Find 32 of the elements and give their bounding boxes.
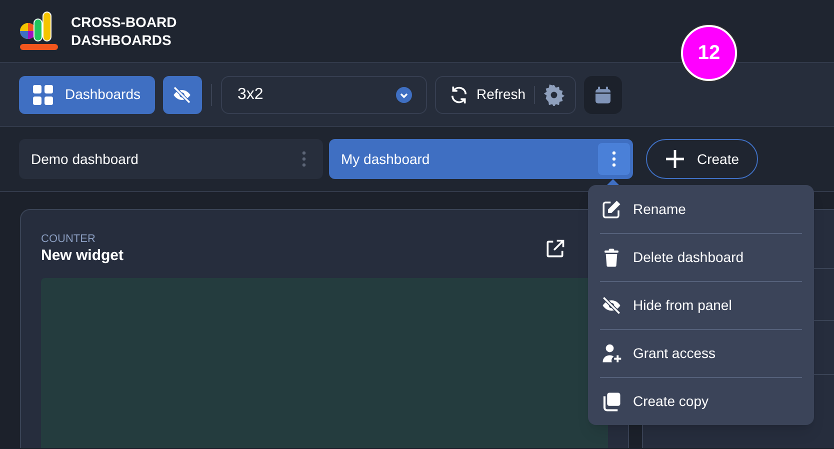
layout-select[interactable]: 3x2 xyxy=(220,76,426,114)
hide-toggle-button[interactable] xyxy=(162,76,202,114)
menu-item[interactable]: Grant access xyxy=(600,329,802,377)
create-button[interactable]: Create xyxy=(646,139,758,179)
app-title: DASHBOARDS xyxy=(71,31,172,49)
dashboard-tab[interactable]: Demo dashboard xyxy=(19,139,323,179)
widget-type-label: COUNTER xyxy=(41,232,96,246)
pencil-square-icon xyxy=(601,198,622,220)
eye-slash-icon xyxy=(601,295,622,316)
menu-item[interactable]: Delete dashboard xyxy=(600,233,802,281)
menu-item[interactable]: Create copy xyxy=(600,377,802,425)
grid-icon xyxy=(33,84,53,104)
chevron-down-icon xyxy=(396,86,412,102)
menu-item[interactable]: Rename xyxy=(600,185,802,233)
menu-item[interactable]: Hide from panel xyxy=(600,281,802,329)
calendar-icon xyxy=(592,84,613,104)
copy-icon xyxy=(601,391,622,412)
eye-slash-icon xyxy=(172,84,192,104)
calendar-button[interactable] xyxy=(584,76,622,114)
settings-icon[interactable] xyxy=(542,84,565,106)
kebab-icon xyxy=(302,151,306,167)
widget-title: New widget xyxy=(41,246,124,266)
logo-icon xyxy=(19,11,59,51)
external-link-icon[interactable] xyxy=(544,238,566,260)
kebab-menu-button[interactable] xyxy=(598,143,630,175)
dashboard-tab[interactable]: My dashboard xyxy=(329,139,633,179)
user-plus-icon xyxy=(601,343,622,364)
kebab-icon xyxy=(612,151,616,167)
refresh-icon xyxy=(448,84,468,104)
dashboards-button[interactable]: Dashboards xyxy=(19,76,154,114)
app-title: CROSS-BOARD xyxy=(71,13,177,31)
plus-icon xyxy=(665,149,685,169)
